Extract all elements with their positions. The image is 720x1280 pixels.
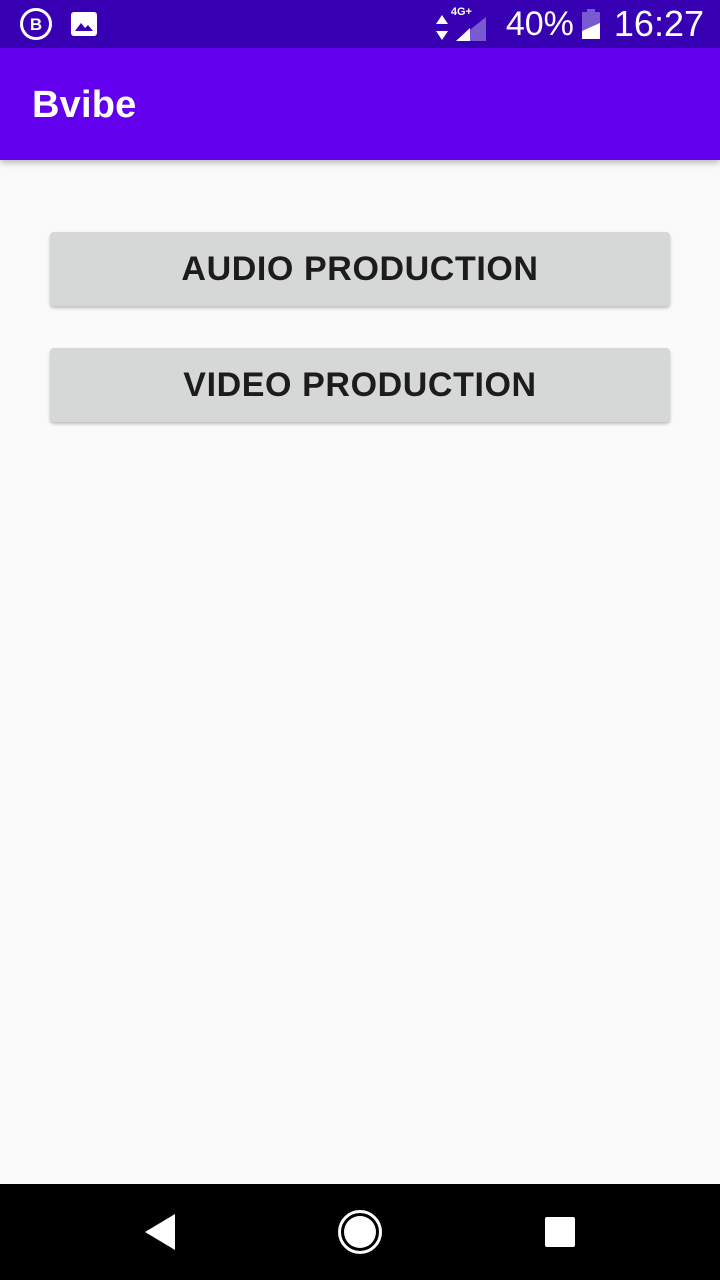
battery-percentage: 40% — [505, 4, 574, 43]
audio-production-button[interactable]: AUDIO PRODUCTION — [50, 232, 670, 306]
back-button[interactable] — [112, 1184, 208, 1280]
back-icon — [145, 1214, 175, 1250]
app-title: Bvibe — [32, 84, 137, 126]
home-button[interactable] — [312, 1184, 408, 1280]
image-icon — [71, 12, 97, 36]
data-activity-icon — [435, 15, 448, 40]
mobile-network-indicator: 4G+ — [435, 6, 492, 41]
battery-icon — [581, 9, 600, 39]
home-icon — [338, 1210, 382, 1254]
recents-button[interactable] — [512, 1184, 608, 1280]
navigation-bar — [0, 1184, 720, 1280]
b-badge-letter: B — [29, 14, 43, 34]
app-bar: Bvibe — [0, 48, 720, 160]
clock: 16:27 — [613, 3, 704, 44]
status-bar-right: 4G+ 40% 16:27 — [435, 0, 704, 48]
b-badge-icon: B — [20, 8, 52, 40]
recents-icon — [545, 1217, 575, 1247]
video-production-button[interactable]: VIDEO PRODUCTION — [50, 348, 670, 422]
signal-strength-icon — [455, 17, 486, 41]
status-bar-left: B — [20, 0, 98, 48]
status-bar: B 4G+ 40% 16:27 — [0, 0, 720, 48]
